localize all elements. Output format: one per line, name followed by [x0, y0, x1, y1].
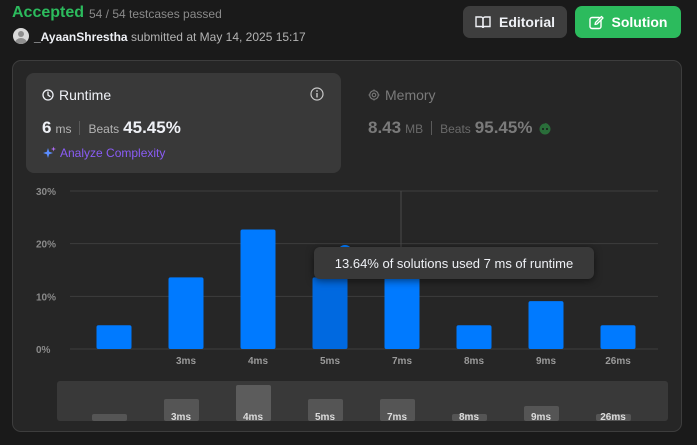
overview-label: 3ms	[171, 412, 191, 423]
overview-label: 26ms	[600, 412, 626, 423]
x-tick-label: 4ms	[248, 356, 268, 367]
chart-bar[interactable]	[600, 325, 636, 349]
overview-label: 4ms	[243, 412, 263, 423]
x-tick-label: 9ms	[536, 356, 556, 367]
chart-bar[interactable]	[312, 277, 348, 349]
y-tick-label: 20%	[36, 240, 56, 251]
runtime-distribution-chart[interactable]: 0% 10% 20% 30% 3ms 4ms 5ms 7ms 8ms 9ms 26ms 3ms 4ms 5…	[0, 0, 697, 445]
overview-label: 5ms	[315, 412, 335, 423]
chart-bar[interactable]	[456, 325, 492, 349]
x-tick-label: 26ms	[605, 356, 631, 367]
y-tick-label: 30%	[36, 187, 56, 198]
overview-label: 8ms	[459, 412, 479, 423]
overview-bar	[92, 414, 127, 421]
chart-bar[interactable]	[96, 325, 132, 349]
y-tick-label: 10%	[36, 292, 56, 303]
x-tick-label: 3ms	[176, 356, 196, 367]
y-tick-label: 0%	[36, 345, 51, 356]
chart-bar[interactable]	[168, 277, 204, 349]
chart-tooltip: 13.64% of solutions used 7 ms of runtime	[314, 247, 594, 279]
range-selector[interactable]	[57, 381, 668, 421]
x-tick-label: 8ms	[464, 356, 484, 367]
overview-label: 9ms	[531, 412, 551, 423]
chart-bar[interactable]	[384, 277, 420, 349]
chart-bar[interactable]	[528, 301, 564, 349]
overview-label: 7ms	[387, 412, 407, 423]
x-tick-label: 7ms	[392, 356, 412, 367]
x-tick-label: 5ms	[320, 356, 340, 367]
chart-bar[interactable]	[240, 229, 276, 349]
